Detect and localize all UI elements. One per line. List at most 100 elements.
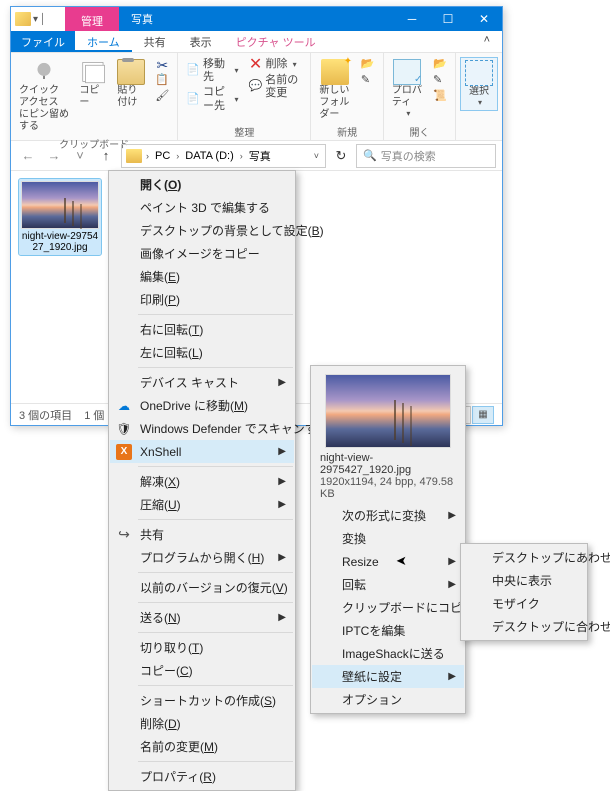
address-bar[interactable]: › PC › DATA (D:) › 写真 ˅ xyxy=(121,144,326,168)
crumb-folder[interactable]: 写真 xyxy=(245,148,275,164)
delete-button[interactable]: 削除▾ xyxy=(245,57,307,73)
easy-access-icon xyxy=(361,74,375,88)
mi-rotate-right[interactable]: 右に回転(T) xyxy=(110,318,294,341)
nav-recent-button[interactable]: ˅ xyxy=(69,145,91,167)
file-tab[interactable]: ファイル xyxy=(11,31,75,52)
properties-button[interactable]: プロパティ▾ xyxy=(388,57,427,121)
refresh-button[interactable]: ↻ xyxy=(330,145,352,167)
contextual-tab-manage[interactable]: 管理 xyxy=(65,7,119,31)
mi-compress[interactable]: 圧縮(U)▶ xyxy=(110,493,294,516)
copy-path-button[interactable] xyxy=(151,73,173,89)
close-button[interactable]: ✕ xyxy=(466,7,502,31)
picture-tools-tab[interactable]: ピクチャ ツール xyxy=(224,31,328,52)
status-item-count: 3 個の項目 xyxy=(19,407,72,423)
address-dropdown-icon[interactable]: ˅ xyxy=(312,151,321,161)
xnshell-icon: X xyxy=(116,444,132,460)
edit-button[interactable] xyxy=(429,73,451,89)
qat-divider: │ xyxy=(40,14,46,25)
new-folder-icon xyxy=(321,59,349,85)
mi-xnshell[interactable]: XXnShell▶ xyxy=(110,440,294,463)
new-item-button[interactable] xyxy=(357,57,379,73)
mi-paint3d[interactable]: ペイント 3D で編集する xyxy=(110,196,294,219)
mi-copy-clipboard[interactable]: クリップボードにコピー xyxy=(312,596,464,619)
mi-rotate[interactable]: 回転▶ xyxy=(312,573,464,596)
chevron-icon[interactable]: › xyxy=(238,151,245,161)
nav-up-button[interactable]: ↑ xyxy=(95,145,117,167)
search-placeholder: 写真の検索 xyxy=(381,148,436,164)
select-icon xyxy=(465,60,493,86)
open-button[interactable] xyxy=(429,57,451,73)
home-tab[interactable]: ホーム xyxy=(75,31,132,52)
crumb-pc[interactable]: PC xyxy=(151,150,174,162)
submenu-arrow-icon: ▶ xyxy=(278,476,286,487)
mi-print[interactable]: 印刷(P) xyxy=(110,288,294,311)
cut-button[interactable] xyxy=(151,57,173,73)
mi-create-shortcut[interactable]: ショートカットの作成(S) xyxy=(110,689,294,712)
open-icon xyxy=(433,58,447,72)
mi-set-background[interactable]: デスクトップの背景として設定(B) xyxy=(110,219,294,242)
cut-icon xyxy=(155,58,169,72)
thumbnails-view-button[interactable]: ▦ xyxy=(472,406,494,424)
mi-send-imageshack[interactable]: ImageShackに送る xyxy=(312,642,464,665)
history-button[interactable] xyxy=(429,89,451,105)
nav-back-button[interactable]: ← xyxy=(17,145,39,167)
mi-rotate-left[interactable]: 左に回転(L) xyxy=(110,341,294,364)
maximize-button[interactable]: ☐ xyxy=(430,7,466,31)
rename-button[interactable]: 名前の変更 xyxy=(245,73,307,101)
pin-quickaccess-button[interactable]: クイック アクセス にピン留めする xyxy=(15,57,73,135)
copy-button[interactable]: コピー xyxy=(75,57,111,111)
move-to-button[interactable]: 移動先▾ xyxy=(182,57,242,85)
ribbon-group-label: 開く xyxy=(388,123,451,139)
minimize-button[interactable]: ─ xyxy=(394,7,430,31)
mi-restore-version[interactable]: 以前のバージョンの復元(V) xyxy=(110,576,294,599)
mi-options[interactable]: オプション xyxy=(312,688,464,711)
context-menu-wallpaper: デスクトップにあわせる 中央に表示 モザイク デスクトップに合わせる xyxy=(460,543,588,641)
easy-access-button[interactable] xyxy=(357,73,379,89)
copy-to-button[interactable]: コピー先▾ xyxy=(182,85,242,113)
mi-share[interactable]: 共有 xyxy=(110,523,294,546)
mi-rename[interactable]: 名前の変更(M) xyxy=(110,735,294,758)
chevron-icon[interactable]: › xyxy=(144,151,151,161)
select-button[interactable]: 選択▾ xyxy=(460,57,498,111)
qat-chevron-icon[interactable]: ▾ xyxy=(33,14,38,25)
mi-copy-image[interactable]: 画像イメージをコピー xyxy=(110,242,294,265)
share-tab[interactable]: 共有 xyxy=(132,31,178,52)
onedrive-icon xyxy=(116,398,132,414)
mi-send-to[interactable]: 送る(N)▶ xyxy=(110,606,294,629)
mi-copy[interactable]: コピー(C) xyxy=(110,659,294,682)
chevron-icon[interactable]: › xyxy=(174,151,181,161)
mi-fit-desktop-2[interactable]: デスクトップに合わせる xyxy=(462,615,586,638)
ribbon-collapse-icon[interactable]: ˄ xyxy=(472,31,502,52)
mi-extract[interactable]: 解凍(X)▶ xyxy=(110,470,294,493)
submenu-arrow-icon: ▶ xyxy=(278,499,286,510)
separator xyxy=(138,632,293,633)
submenu-arrow-icon: ▶ xyxy=(448,671,456,682)
history-icon xyxy=(433,90,447,104)
submenu-arrow-icon: ▶ xyxy=(278,552,286,563)
mi-mosaic[interactable]: モザイク xyxy=(462,592,586,615)
mi-delete[interactable]: 削除(D) xyxy=(110,712,294,735)
move-icon xyxy=(186,64,200,78)
mi-onedrive-move[interactable]: OneDrive に移動(M) xyxy=(110,394,294,417)
mi-fit-desktop[interactable]: デスクトップにあわせる xyxy=(462,546,586,569)
search-input[interactable]: 🔍 写真の検索 xyxy=(356,144,496,168)
mi-convert-next[interactable]: 次の形式に変換▶ xyxy=(312,504,464,527)
mi-edit[interactable]: 編集(E) xyxy=(110,265,294,288)
paste-button[interactable]: 貼り付け xyxy=(113,57,149,111)
mi-device-cast[interactable]: デバイス キャスト▶ xyxy=(110,371,294,394)
mi-edit-iptc[interactable]: IPTCを編集 xyxy=(312,619,464,642)
thumbnail-item-selected[interactable]: night-view-29754 27_1920.jpg xyxy=(19,179,101,255)
shield-icon xyxy=(116,421,132,437)
view-tab[interactable]: 表示 xyxy=(178,31,224,52)
mi-open-with[interactable]: プログラムから開く(H)▶ xyxy=(110,546,294,569)
paste-shortcut-button[interactable] xyxy=(151,89,173,105)
mi-convert[interactable]: 変換 xyxy=(312,527,464,550)
mi-center[interactable]: 中央に表示 xyxy=(462,569,586,592)
new-folder-button[interactable]: 新しい フォルダー xyxy=(315,57,355,123)
mi-open[interactable]: 開く(O) xyxy=(110,173,294,196)
mi-resize[interactable]: Resize▶ xyxy=(312,550,464,573)
crumb-drive[interactable]: DATA (D:) xyxy=(181,150,237,162)
mi-set-wallpaper[interactable]: 壁紙に設定▶ xyxy=(312,665,464,688)
mi-defender-scan[interactable]: Windows Defender でスキャンする... xyxy=(110,417,294,440)
mi-properties[interactable]: プロパティ(R) xyxy=(110,765,294,788)
